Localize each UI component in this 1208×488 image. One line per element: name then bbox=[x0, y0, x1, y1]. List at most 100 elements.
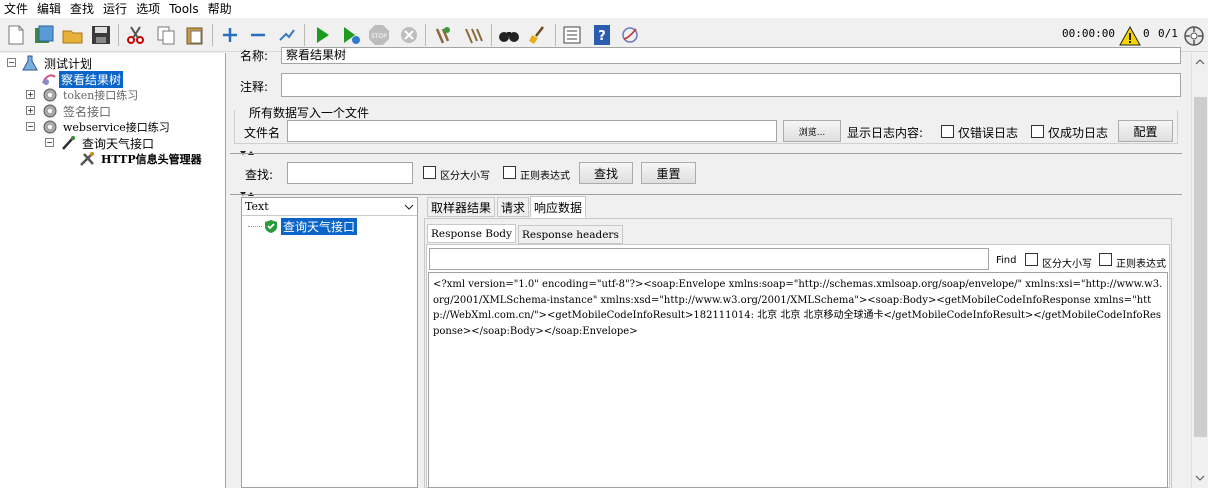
gear-icon bbox=[43, 88, 57, 102]
help-icon[interactable]: ? bbox=[590, 23, 614, 47]
gear-icon bbox=[43, 120, 57, 134]
tab-request[interactable]: 请求 bbox=[497, 197, 530, 217]
clear-all-icon[interactable] bbox=[462, 23, 486, 47]
tree-label: 察看结果树 bbox=[59, 70, 124, 88]
shutdown-icon[interactable] bbox=[397, 23, 421, 47]
file-group-title: 所有数据写入一个文件 bbox=[247, 104, 372, 121]
svg-text:STOP: STOP bbox=[371, 33, 387, 40]
menu-tools[interactable]: Tools bbox=[165, 0, 204, 18]
tree-node-signature[interactable]: 签名接口 bbox=[41, 103, 113, 119]
find-label: Find bbox=[996, 255, 1017, 266]
regex-label: 正则表达式 bbox=[520, 171, 570, 182]
menu-options[interactable]: 选项 bbox=[132, 0, 165, 18]
case-sensitive-label: 区分大小写 bbox=[440, 171, 490, 182]
chevron-down-icon bbox=[404, 204, 414, 210]
response-body-text[interactable]: <?xml version="1.0" encoding="utf-8"?><s… bbox=[428, 272, 1168, 488]
filename-label: 文件名 bbox=[244, 126, 281, 140]
subtab-response-headers[interactable]: Response headers bbox=[518, 225, 623, 244]
svg-text:?: ? bbox=[598, 29, 606, 44]
case-sensitive-checkbox[interactable] bbox=[423, 166, 436, 179]
vertical-scrollbar[interactable] bbox=[1191, 53, 1208, 488]
success-only-checkbox[interactable] bbox=[1031, 125, 1044, 138]
collapse-toggle[interactable]: − bbox=[45, 138, 54, 147]
collapse-icon[interactable] bbox=[246, 23, 270, 47]
success-only-label: 仅成功日志 bbox=[1048, 126, 1109, 140]
find-case-checkbox[interactable] bbox=[1025, 253, 1038, 266]
find-button[interactable]: 查找 bbox=[579, 162, 633, 184]
find-in-response-field[interactable] bbox=[429, 248, 989, 270]
scroll-up-icon[interactable] bbox=[1192, 55, 1208, 69]
menu-edit[interactable]: 编辑 bbox=[33, 0, 66, 18]
menu-run[interactable]: 运行 bbox=[99, 0, 132, 18]
search-label: 查找: bbox=[245, 168, 274, 182]
tree-node-token[interactable]: token接口练习 bbox=[41, 87, 140, 103]
new-icon[interactable] bbox=[4, 23, 28, 47]
comment-field[interactable] bbox=[281, 73, 1181, 97]
elapsed-timer: 00:00:00 bbox=[1062, 27, 1115, 40]
subtab-response-body[interactable]: Response Body bbox=[427, 224, 516, 243]
tree-node-test-plan[interactable]: 测试计划 bbox=[22, 55, 94, 71]
tree-node-header-manager[interactable]: HTTP信息头管理器 bbox=[79, 151, 204, 167]
splitter-arrows[interactable] bbox=[240, 146, 254, 155]
collapse-toggle[interactable]: − bbox=[7, 58, 16, 67]
start-no-pauses-icon[interactable] bbox=[339, 23, 363, 47]
menu-file[interactable]: 文件 bbox=[0, 0, 33, 18]
results-tree-icon bbox=[42, 74, 56, 85]
start-icon[interactable] bbox=[310, 23, 334, 47]
sample-result-item[interactable]: 查询天气接口 bbox=[248, 217, 358, 235]
renderer-select[interactable]: Text bbox=[242, 198, 417, 216]
scroll-thumb[interactable] bbox=[1194, 97, 1207, 437]
open-icon[interactable] bbox=[61, 23, 85, 47]
remote-icon[interactable] bbox=[618, 23, 642, 47]
expand-toggle[interactable]: + bbox=[26, 90, 35, 99]
expand-icon[interactable] bbox=[218, 23, 242, 47]
menu-search[interactable]: 查找 bbox=[66, 0, 99, 18]
tree-label: HTTP信息头管理器 bbox=[101, 153, 202, 166]
tree-node-weather[interactable]: 查询天气接口 bbox=[60, 135, 156, 151]
menu-help[interactable]: 帮助 bbox=[204, 0, 237, 18]
save-icon[interactable] bbox=[89, 23, 113, 47]
broom-icon[interactable] bbox=[526, 23, 550, 47]
tab-sampler-result[interactable]: 取样器结果 bbox=[427, 197, 496, 217]
cut-icon[interactable] bbox=[124, 23, 148, 47]
search-icon[interactable] bbox=[497, 23, 521, 47]
reset-button[interactable]: 重置 bbox=[641, 162, 696, 184]
tree-label: token接口练习 bbox=[63, 89, 139, 102]
function-helper-icon[interactable] bbox=[560, 23, 584, 47]
configure-button[interactable]: 配置 bbox=[1118, 120, 1173, 142]
search-field[interactable] bbox=[287, 162, 413, 184]
success-shield-icon bbox=[265, 220, 277, 233]
tree-node-webservice[interactable]: webservice接口练习 bbox=[41, 119, 172, 135]
stop-icon[interactable]: STOP bbox=[367, 23, 391, 47]
expand-toggle[interactable]: + bbox=[26, 106, 35, 115]
collapse-toggle[interactable]: − bbox=[26, 122, 35, 131]
clear-icon[interactable] bbox=[431, 23, 455, 47]
warning-icon[interactable] bbox=[1118, 24, 1142, 48]
remote-status-icon[interactable] bbox=[1182, 24, 1206, 48]
tab-response-data[interactable]: 响应数据 bbox=[530, 196, 587, 218]
filename-field[interactable] bbox=[287, 120, 777, 142]
sample-result-label: 查询天气接口 bbox=[281, 217, 358, 235]
templates-icon[interactable] bbox=[32, 23, 56, 47]
thread-count: 0/1 bbox=[1158, 27, 1178, 40]
find-case-label: 区分大小写 bbox=[1042, 259, 1092, 270]
scroll-down-icon[interactable] bbox=[1192, 471, 1208, 485]
gear-icon bbox=[43, 104, 57, 118]
tree-label: 测试计划 bbox=[44, 56, 93, 71]
paste-icon[interactable] bbox=[183, 23, 207, 47]
find-regex-checkbox[interactable] bbox=[1099, 253, 1112, 266]
tree-node-view-results[interactable]: 察看结果树 bbox=[41, 70, 124, 88]
name-field[interactable]: 察看结果树 bbox=[281, 47, 1181, 64]
splitter-arrows-2[interactable] bbox=[240, 187, 254, 196]
find-regex-label: 正则表达式 bbox=[1116, 259, 1166, 270]
errors-only-checkbox[interactable] bbox=[941, 125, 954, 138]
copy-icon[interactable] bbox=[154, 23, 178, 47]
browse-button[interactable]: 浏览... bbox=[783, 120, 841, 142]
toggle-icon[interactable] bbox=[275, 23, 299, 47]
regex-checkbox[interactable] bbox=[503, 166, 516, 179]
tools-icon bbox=[80, 152, 94, 166]
sample-results-list: Text 查询天气接口 bbox=[241, 197, 418, 488]
log-content-label: 显示日志内容: bbox=[847, 126, 924, 140]
flask-icon bbox=[22, 55, 38, 71]
name-label: 名称: bbox=[240, 49, 269, 63]
